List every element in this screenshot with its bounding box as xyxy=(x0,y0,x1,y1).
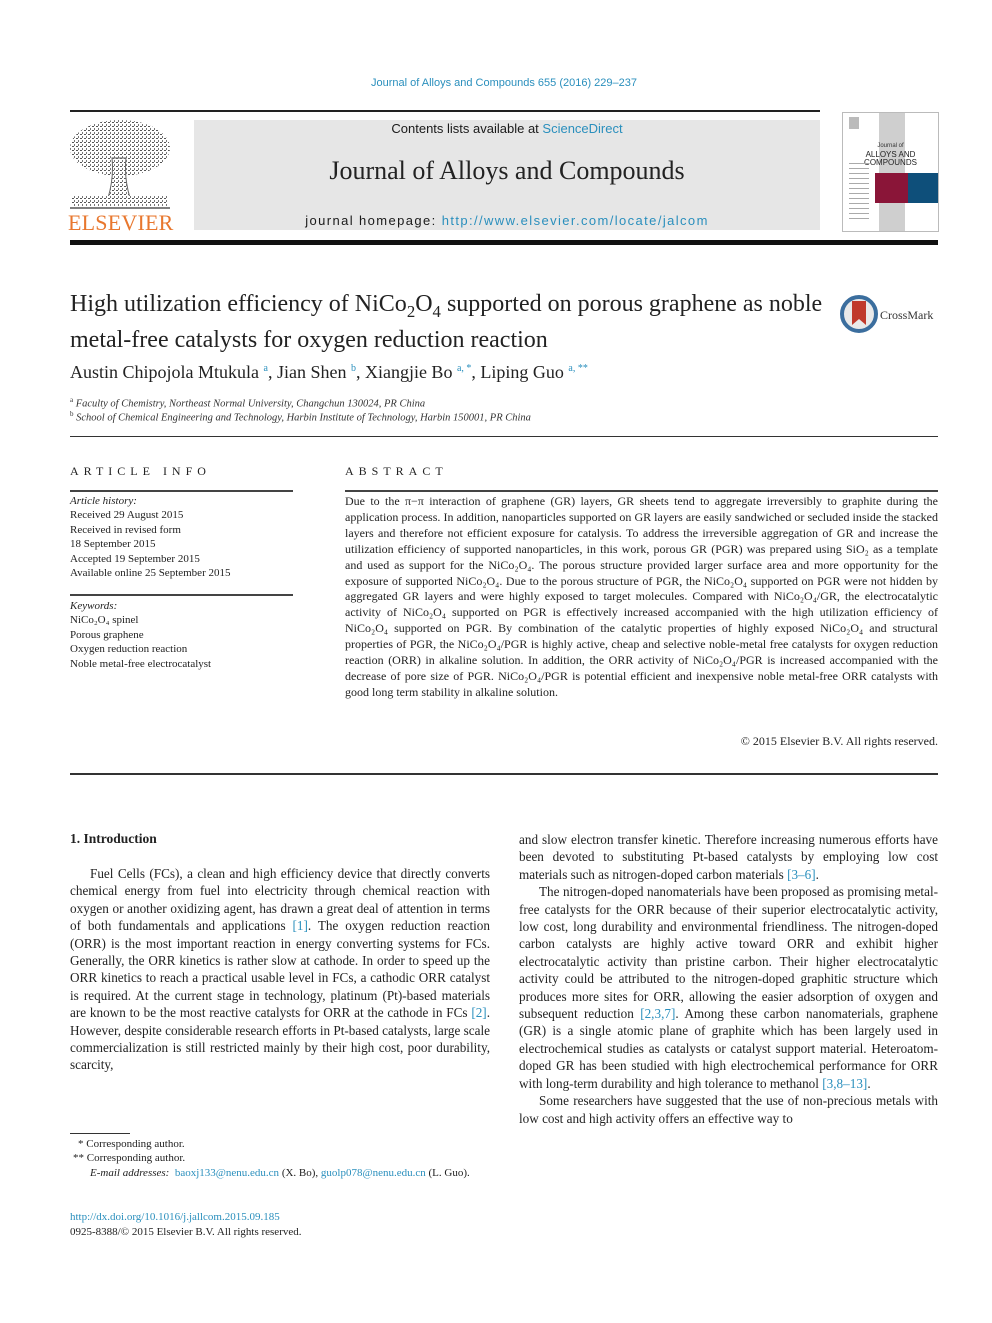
author-affil-mark[interactable]: a, ** xyxy=(568,363,587,374)
keywords: Keywords: NiCo₂O₄ spinel Porous graphene… xyxy=(70,599,211,671)
paragraph-text: and slow electron transfer kinetic. Ther… xyxy=(519,832,938,882)
paragraph-text: . xyxy=(867,1075,871,1091)
homepage-prefix: journal homepage: xyxy=(305,213,442,228)
email-owner: (X. Bo), xyxy=(279,1167,321,1179)
body-paragraph: and slow electron transfer kinetic. Ther… xyxy=(519,831,938,883)
abstract-rule xyxy=(345,490,938,492)
keyword-item: Porous graphene xyxy=(70,628,144,641)
title-text: O xyxy=(415,291,433,317)
email-link-bo[interactable]: baoxj133@nenu.edu.cn xyxy=(175,1167,279,1179)
cover-blue-block xyxy=(908,173,938,203)
title-subscript: 4 xyxy=(432,301,441,321)
article-title: High utilization efficiency of NiCo2O4 s… xyxy=(70,290,830,355)
sciencedirect-link[interactable]: ScienceDirect xyxy=(542,121,622,136)
keywords-rule xyxy=(70,594,293,596)
homepage-link[interactable]: http://www.elsevier.com/locate/jalcom xyxy=(442,213,709,228)
contents-line: Contents lists available at ScienceDirec… xyxy=(194,121,820,136)
history-item: Received in revised form xyxy=(70,523,181,536)
author-list: Austin Chipojola Mtukula a, Jian Shen b,… xyxy=(70,362,588,382)
author-name[interactable]: Xiangjie Bo xyxy=(365,362,453,382)
body-paragraph: The nitrogen-doped nanomaterials have be… xyxy=(519,883,938,1092)
affiliation-mark: b xyxy=(70,410,74,418)
keyword-item: Oxygen reduction reaction xyxy=(70,643,188,656)
email-label: E-mail addresses: xyxy=(90,1167,170,1179)
history-label: Article history: xyxy=(70,495,137,507)
footnote-emails: E-mail addresses: baoxj133@nenu.edu.cn (… xyxy=(70,1166,490,1181)
keyword-item: Noble metal-free electrocatalyst xyxy=(70,657,212,670)
section-heading-introduction: 1. Introduction xyxy=(70,831,157,846)
paragraph-text: The nitrogen-doped nanomaterials have be… xyxy=(519,884,938,1022)
paragraph-text: . xyxy=(815,866,819,882)
reference-link[interactable]: [2] xyxy=(471,1005,486,1020)
cover-publisher-mark xyxy=(849,117,859,129)
affiliation-rule xyxy=(70,436,938,437)
title-text: High utilization efficiency of NiCo xyxy=(70,291,407,317)
author-affil-mark[interactable]: b xyxy=(351,363,356,374)
crossmark-label[interactable]: CrossMark xyxy=(880,308,933,323)
journal-cover-thumbnail[interactable]: Journal of ALLOYS AND COMPOUNDS xyxy=(842,112,939,232)
keywords-label: Keywords: xyxy=(70,600,118,612)
journal-homepage: journal homepage: http://www.elsevier.co… xyxy=(194,213,820,228)
author-name[interactable]: Jian Shen xyxy=(277,362,347,382)
body-column-left: Fuel Cells (FCs), a clean and high effic… xyxy=(70,865,490,1074)
affiliation-b: b School of Chemical Engineering and Tec… xyxy=(70,410,531,424)
history-item: 18 September 2015 xyxy=(70,538,156,551)
affiliation-text: Faculty of Chemistry, Northeast Normal U… xyxy=(75,398,426,410)
footnote-corresponding-2: ** Corresponding author. xyxy=(73,1152,186,1164)
cover-contents-lines xyxy=(849,163,869,223)
author-name[interactable]: Liping Guo xyxy=(480,362,564,382)
cover-red-block xyxy=(875,173,908,203)
reference-link[interactable]: [3,8–13] xyxy=(822,1076,867,1091)
affiliation-mark: a xyxy=(70,396,74,404)
footnote-corresponding-1: * Corresponding author. xyxy=(78,1138,185,1150)
journal-name: Journal of Alloys and Compounds xyxy=(329,156,685,185)
paragraph-text: . The oxygen reduction reaction (ORR) is… xyxy=(70,918,490,1021)
author-name[interactable]: Austin Chipojola Mtukula xyxy=(70,362,259,382)
article-history: Article history: Received 29 August 2015… xyxy=(70,494,230,580)
paragraph-text: Some researchers have suggested that the… xyxy=(519,1093,938,1126)
author-affil-mark[interactable]: a xyxy=(264,363,268,374)
article-info-rule xyxy=(70,490,293,492)
journal-citation-link[interactable]: Journal of Alloys and Compounds 655 (201… xyxy=(0,77,992,89)
email-owner: (L. Guo). xyxy=(425,1167,470,1179)
abstract-text: Due to the π−π interaction of graphene (… xyxy=(345,494,938,699)
footnote-rule xyxy=(70,1133,130,1134)
body-paragraph: Some researchers have suggested that the… xyxy=(519,1092,938,1127)
abstract-copyright: © 2015 Elsevier B.V. All rights reserved… xyxy=(740,734,938,748)
doi-link[interactable]: http://dx.doi.org/10.1016/j.jallcom.2015… xyxy=(70,1211,280,1223)
author-affil-mark[interactable]: a, * xyxy=(457,363,471,374)
abstract-heading: ABSTRACT xyxy=(345,464,448,478)
email-link-guo[interactable]: guolp078@nenu.edu.cn xyxy=(321,1167,426,1179)
reference-link[interactable]: [2,3,7] xyxy=(640,1006,675,1021)
abstract-end-rule xyxy=(70,773,938,775)
affiliation-text: School of Chemical Engineering and Techn… xyxy=(76,412,531,424)
reference-link[interactable]: [1] xyxy=(293,918,308,933)
header-rule xyxy=(70,110,820,112)
body-column-right: and slow electron transfer kinetic. Ther… xyxy=(519,831,938,1127)
body-paragraph: Fuel Cells (FCs), a clean and high effic… xyxy=(70,865,490,1074)
contents-prefix: Contents lists available at xyxy=(391,121,543,136)
issn-copyright: 0925-8388/© 2015 Elsevier B.V. All right… xyxy=(70,1226,302,1238)
reference-link[interactable]: [3–6] xyxy=(787,867,816,882)
keyword-item: NiCo₂O₄ spinel xyxy=(70,614,139,627)
elsevier-wordmark: ELSEVIER xyxy=(68,210,174,235)
crossmark-icon xyxy=(840,295,878,333)
header-thick-rule xyxy=(70,240,938,245)
cover-title-top: Journal of xyxy=(877,143,904,149)
history-item: Accepted 19 September 2015 xyxy=(70,552,200,565)
affiliation-a: a Faculty of Chemistry, Northeast Normal… xyxy=(70,396,425,410)
title-subscript: 2 xyxy=(406,301,416,321)
history-item: Available online 25 September 2015 xyxy=(70,567,231,580)
cover-band xyxy=(879,113,905,231)
history-item: Received 29 August 2015 xyxy=(70,509,184,522)
article-info-heading: ARTICLE INFO xyxy=(70,464,211,478)
